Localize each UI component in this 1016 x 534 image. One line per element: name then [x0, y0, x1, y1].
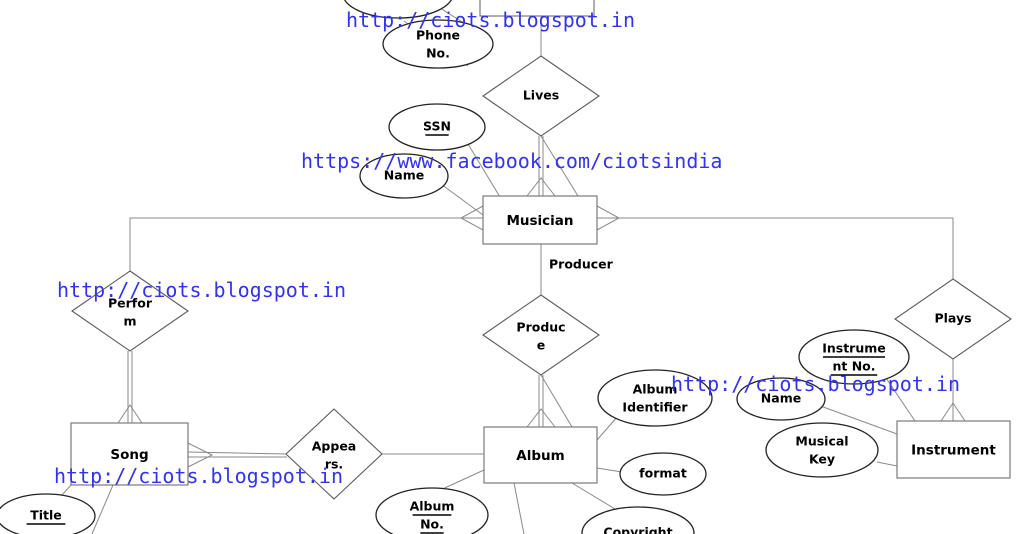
attribute-label2-album-identifier: Identifier: [622, 400, 688, 415]
line-album-format: [596, 467, 623, 473]
relationship-produce[interactable]: Produc e: [482, 294, 600, 376]
role-labels-layer: Producer: [549, 257, 614, 272]
entity-album[interactable]: Album: [483, 426, 598, 484]
relationship-label-lives: Lives: [523, 88, 559, 103]
attribute-label2-musician-phone: No.: [426, 46, 450, 61]
relationship-label2-perform: m: [123, 314, 136, 329]
line-name-musician: [440, 183, 484, 216]
line-album-identifier: [596, 415, 619, 441]
crowfoot-song-top: [117, 404, 143, 424]
attribute-label-musician-ssn: SSN: [423, 119, 451, 134]
entity-label-album: Album: [516, 448, 564, 464]
attribute-musician-ssn[interactable]: SSN: [388, 103, 486, 151]
attribute-label-album-format: format: [639, 466, 687, 481]
watermark-wm-right: http://ciots.blogspot.in: [671, 372, 960, 396]
attribute-label-song-title: Title: [30, 508, 62, 523]
attribute-label-instrument-no: Instrume: [822, 341, 886, 356]
relationship-label-plays: Plays: [934, 311, 971, 326]
attribute-ellipse-instrument-musical-key: [765, 422, 879, 478]
entity-label-musician: Musician: [506, 213, 573, 229]
relationship-label-appears: Appea: [312, 439, 356, 454]
line-produce-album-diag: [540, 374, 573, 428]
watermark-wm-left: http://ciots.blogspot.in: [57, 278, 346, 302]
relationship-label2-produce: e: [537, 338, 545, 353]
relationship-lives[interactable]: Lives: [482, 55, 600, 137]
attribute-song-title[interactable]: Title: [0, 493, 96, 534]
entity-instrument[interactable]: Instrument: [896, 420, 1011, 479]
watermark-wm-top: http://ciots.blogspot.in: [346, 8, 635, 32]
attribute-album-no[interactable]: Album No.: [375, 487, 489, 534]
line-instrument-musical-key: [876, 461, 898, 467]
line-song-attr2: [91, 484, 114, 534]
entity-label-instrument: Instrument: [911, 443, 996, 459]
line-musician-perform: [129, 217, 483, 271]
line-song-appears-a: [187, 451, 288, 455]
line-album-copyright: [571, 482, 621, 513]
crowfoot-musician-top: [526, 177, 556, 197]
relationship-label-produce: Produc: [516, 320, 565, 335]
relationship-diamond-produce: [482, 294, 600, 376]
entity-label-song: Song: [110, 447, 148, 463]
attribute-label2-album-no: No.: [420, 517, 444, 532]
entity-musician[interactable]: Musician: [482, 195, 598, 245]
attribute-label-album-no: Album: [410, 499, 455, 514]
attribute-label2-instrument-musical-key: Key: [809, 452, 835, 467]
attribute-label-album-copyright: Copyright: [603, 525, 672, 534]
attribute-album-format[interactable]: format: [619, 452, 707, 496]
er-diagram-svg: MusicianSong Album Instrument LivesPerform…: [0, 0, 1012, 534]
watermark-wm-bottom-left: http://ciots.blogspot.in: [54, 464, 343, 488]
attribute-label-instrument-musical-key: Musical: [795, 434, 848, 449]
attribute-album-copyright[interactable]: Copyright: [581, 506, 695, 534]
crowfoot-album-top: [526, 408, 556, 428]
attribute-instrument-musical-key[interactable]: Musical Key: [765, 422, 879, 478]
line-musician-plays: [597, 217, 954, 279]
watermark-wm-facebook: https://www.facebook.com/ciotsindia: [301, 149, 723, 173]
er-diagram-canvas: Musician Song Album Instrument Lives Perfor m…: [0, 0, 1016, 534]
relationship-plays[interactable]: Plays: [894, 278, 1012, 360]
line-album-attr-bottom: [513, 482, 525, 534]
role-label-producer-role: Producer: [549, 257, 614, 272]
